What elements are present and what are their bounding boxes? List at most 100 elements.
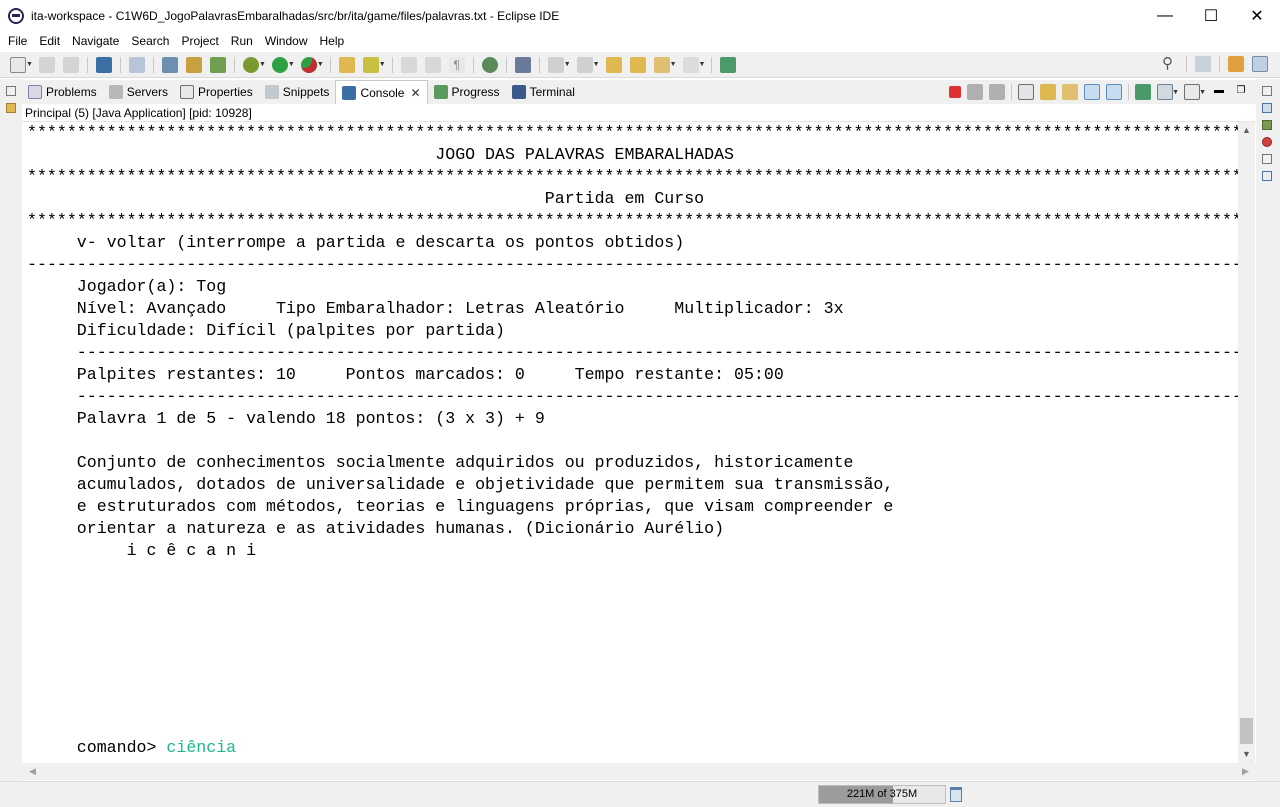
scroll-lock-icon[interactable] — [1040, 84, 1057, 100]
debug-dropdown-icon[interactable]: ▼ — [259, 61, 266, 68]
external-tools-dropdown-icon[interactable]: ▼ — [317, 61, 324, 68]
new-java-project-icon[interactable] — [161, 56, 178, 73]
next-annotation-dropdown-icon[interactable]: ▼ — [564, 61, 571, 68]
run-icon[interactable] — [271, 56, 288, 73]
show-console-on-stdout-icon[interactable] — [1084, 84, 1101, 100]
show-console-on-stderr-icon[interactable] — [1106, 84, 1123, 100]
tab-console[interactable]: Console ✕ — [335, 80, 428, 104]
console-line: ****************************************… — [27, 167, 1238, 186]
new-icon[interactable] — [10, 56, 26, 73]
maximize-button[interactable]: ☐ — [1188, 0, 1234, 31]
remove-launch-icon[interactable] — [967, 84, 984, 100]
debug-icon[interactable] — [242, 56, 259, 73]
forward-icon[interactable] — [682, 56, 699, 73]
previous-annotation-icon[interactable] — [576, 56, 593, 73]
menu-run[interactable]: Run — [225, 34, 259, 48]
search-icon[interactable]: ⚲ — [1162, 56, 1178, 72]
java-ee-perspective-icon[interactable] — [1228, 56, 1244, 72]
outline-icon[interactable] — [1262, 103, 1272, 113]
console-text: ****************************************… — [22, 122, 1238, 562]
menu-help[interactable]: Help — [314, 34, 351, 48]
globe-icon[interactable] — [481, 56, 498, 73]
new-dropdown-icon[interactable]: ▼ — [26, 61, 33, 68]
tab-servers[interactable]: Servers — [103, 80, 174, 104]
search-dropdown-icon[interactable]: ▼ — [379, 61, 386, 68]
tab-problems[interactable]: Problems — [22, 80, 103, 104]
menu-search[interactable]: Search — [125, 34, 175, 48]
run-external-tools-icon[interactable] — [300, 56, 317, 73]
last-edit-location-icon[interactable] — [605, 56, 622, 73]
close-tab-icon[interactable]: ✕ — [410, 86, 420, 100]
terminal-open-icon[interactable] — [95, 56, 112, 73]
restore-icon[interactable] — [6, 86, 16, 96]
close-button[interactable]: ✕ — [1234, 0, 1280, 31]
restore-icon[interactable] — [1262, 86, 1272, 96]
restore-icon[interactable] — [1262, 154, 1272, 164]
minimize-view-icon[interactable]: ▬ — [1211, 84, 1227, 100]
scrollbar-thumb[interactable] — [1240, 718, 1253, 744]
save-all-icon[interactable] — [62, 56, 79, 73]
display-console-dropdown-icon[interactable]: ▼ — [1172, 89, 1179, 96]
search-tools-icon[interactable] — [362, 56, 379, 73]
clear-console-icon[interactable] — [1018, 84, 1035, 100]
console-output[interactable]: ****************************************… — [22, 122, 1238, 763]
horizontal-scrollbar[interactable]: ◀ ▶ — [22, 763, 1256, 780]
next-annotation-icon[interactable] — [547, 56, 564, 73]
previous-annotation-dropdown-icon[interactable]: ▼ — [593, 61, 600, 68]
save-icon[interactable] — [38, 56, 55, 73]
open-console-icon[interactable] — [1184, 84, 1201, 100]
menu-navigate[interactable]: Navigate — [66, 34, 125, 48]
forward-dropdown-icon[interactable]: ▼ — [699, 61, 706, 68]
new-package-icon[interactable] — [185, 56, 202, 73]
tab-progress[interactable]: Progress — [428, 80, 506, 104]
menu-project[interactable]: Project — [175, 34, 224, 48]
garbage-collect-icon[interactable] — [950, 787, 962, 802]
open-perspective-icon[interactable] — [1195, 56, 1211, 72]
error-log-icon[interactable] — [1262, 137, 1272, 147]
tab-terminal[interactable]: Terminal — [506, 80, 581, 104]
menu-file[interactable]: File — [2, 34, 33, 48]
console-line: Palpites restantes: 10 Pontos marcados: … — [27, 365, 784, 384]
command-input-line[interactable]: comando> ciência — [27, 737, 236, 759]
scroll-right-icon[interactable]: ▶ — [1237, 763, 1254, 780]
open-type-icon[interactable] — [338, 56, 355, 73]
minimize-button[interactable]: — — [1142, 0, 1188, 31]
back-dropdown-icon[interactable]: ▼ — [670, 61, 677, 68]
command-input-text[interactable]: ciência — [166, 738, 236, 757]
console-line: ****************************************… — [27, 211, 1238, 230]
console-line: ----------------------------------------… — [27, 255, 1238, 274]
remove-all-terminated-icon[interactable] — [989, 84, 1006, 100]
terminate-icon[interactable] — [949, 86, 962, 98]
new-class-icon[interactable] — [209, 56, 226, 73]
word-wrap-icon[interactable] — [1062, 84, 1079, 100]
scroll-up-icon[interactable]: ▲ — [1238, 122, 1255, 139]
maximize-view-icon[interactable]: ❐ — [1233, 84, 1249, 100]
toggle-mark-occurrences-icon[interactable] — [400, 56, 417, 73]
display-selected-console-icon[interactable] — [1157, 84, 1174, 100]
tab-properties[interactable]: Properties — [174, 80, 259, 104]
pin-editor-icon[interactable] — [720, 56, 737, 73]
java-perspective-icon[interactable] — [1252, 56, 1268, 72]
run-dropdown-icon[interactable]: ▼ — [288, 61, 295, 68]
console-line: Nível: Avançado Tipo Embaralhador: Letra… — [27, 299, 844, 318]
skip-breakpoints-icon[interactable] — [128, 56, 145, 73]
heap-status[interactable]: 221M of 375M — [818, 785, 946, 804]
junit-icon[interactable] — [1262, 120, 1272, 130]
scroll-down-icon[interactable]: ▼ — [1238, 746, 1255, 763]
tab-snippets[interactable]: Snippets — [259, 80, 336, 104]
task-list-icon[interactable] — [1262, 171, 1272, 181]
vertical-scrollbar[interactable]: ▲ ▼ — [1238, 122, 1255, 763]
show-whitespace-icon[interactable]: ¶ — [448, 56, 465, 73]
menu-edit[interactable]: Edit — [33, 34, 66, 48]
annotation-icon[interactable] — [514, 56, 531, 73]
pin-console-icon[interactable] — [1135, 84, 1152, 100]
open-console-dropdown-icon[interactable]: ▼ — [1199, 89, 1206, 96]
back-icon[interactable] — [653, 56, 670, 73]
snippets-icon — [264, 85, 279, 99]
package-explorer-icon[interactable] — [6, 103, 16, 113]
forward-edit-location-icon[interactable] — [629, 56, 646, 73]
menu-window[interactable]: Window — [259, 34, 314, 48]
scroll-left-icon[interactable]: ◀ — [24, 763, 41, 780]
toggle-block-selection-icon[interactable] — [424, 56, 441, 73]
